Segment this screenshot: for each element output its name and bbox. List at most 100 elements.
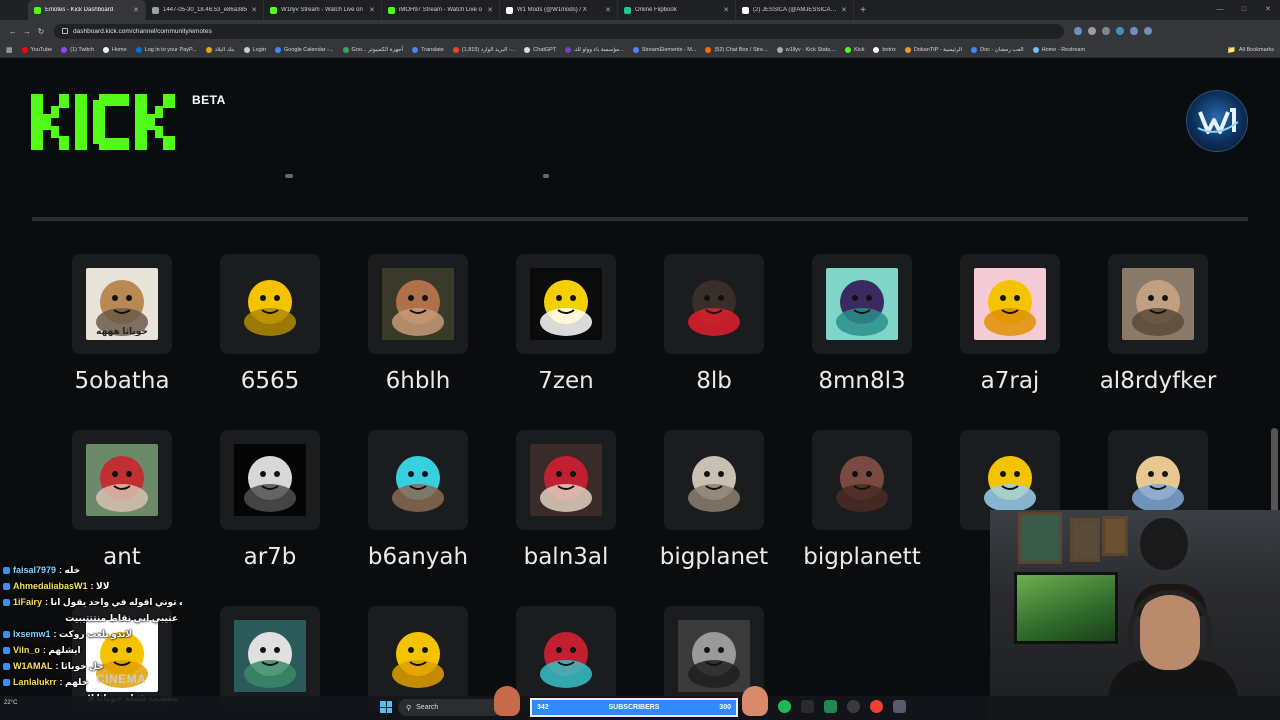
- tab-close-icon[interactable]: ✕: [841, 6, 847, 14]
- browser-tab[interactable]: W1llyv Stream - Watch Live on ✕: [264, 0, 382, 20]
- bookmark-item[interactable]: botrix: [873, 46, 896, 53]
- emote-item[interactable]: [516, 606, 616, 706]
- emote-item[interactable]: ant: [72, 430, 172, 570]
- bookmark-item[interactable]: Login: [243, 46, 266, 53]
- emote-item[interactable]: 8lb: [664, 254, 764, 394]
- emote-card[interactable]: [516, 430, 616, 530]
- emote-card[interactable]: [812, 254, 912, 354]
- spotify-icon[interactable]: [778, 700, 791, 713]
- apps-grid-icon[interactable]: ▦: [6, 46, 13, 54]
- emote-item[interactable]: bigplanett: [803, 430, 921, 570]
- url-input[interactable]: dashboard.kick.com/channel/community/emo…: [54, 23, 1064, 39]
- bookmark-item[interactable]: Goo... أجهزة الكمبيوتر: [342, 46, 403, 53]
- tab-close-icon[interactable]: ✕: [251, 6, 257, 14]
- browser-tab[interactable]: Online Flipbook ✕: [618, 0, 736, 20]
- bookmark-item[interactable]: (52) Chat Box / Stre...: [705, 46, 768, 53]
- browser-tab[interactable]: iMOH97 Stream - Watch Live o ✕: [382, 0, 500, 20]
- tab-close-icon[interactable]: ✕: [487, 6, 493, 14]
- emote-card[interactable]: [368, 606, 468, 706]
- extension-icon[interactable]: [1102, 27, 1110, 35]
- emote-card[interactable]: [516, 606, 616, 706]
- emote-card[interactable]: [220, 254, 320, 354]
- browser-tab[interactable]: Emotes - Kick Dashboard ✕: [28, 0, 146, 20]
- browser-tab[interactable]: 1447-05-30_18.46.53_e86a385 ✕: [146, 0, 264, 20]
- tab-close-icon[interactable]: ✕: [133, 6, 139, 14]
- bookmark-item[interactable]: Log in to your PayP...: [135, 46, 197, 53]
- tab-close-icon[interactable]: ✕: [723, 6, 729, 14]
- emote-item[interactable]: b6anyah: [368, 430, 468, 570]
- maximize-icon[interactable]: □: [1232, 0, 1256, 20]
- emote-card[interactable]: خوباثا هههه: [72, 254, 172, 354]
- emote-card[interactable]: [812, 430, 912, 530]
- bookmark-item[interactable]: (1,815) البريد الوارد -...: [452, 46, 515, 53]
- app-icon[interactable]: [893, 700, 906, 713]
- bookmark-item[interactable]: YouTube: [21, 46, 52, 53]
- emote-item[interactable]: a7raj: [960, 254, 1060, 394]
- emote-item[interactable]: [368, 606, 468, 706]
- emote-item[interactable]: 8mn8l3: [812, 254, 912, 394]
- emote-item[interactable]: 7zen: [516, 254, 616, 394]
- obs-icon[interactable]: [847, 700, 860, 713]
- browser-tab[interactable]: W1 Mods (@W1mods) / X ✕: [500, 0, 618, 20]
- bookmark-item[interactable]: w1llyv - Kick Stats,...: [776, 46, 836, 53]
- forward-icon[interactable]: →: [20, 27, 34, 36]
- tab-close-icon[interactable]: ✕: [369, 6, 375, 14]
- browser-tab[interactable]: (2) JESSICA (@AMJESSICA1_) / ✕: [736, 0, 854, 20]
- emote-item[interactable]: 6565: [220, 254, 320, 394]
- tab-close-icon[interactable]: ✕: [605, 6, 611, 14]
- bookmark-item[interactable]: DokanTIP - الرئيسية: [904, 46, 962, 53]
- all-bookmarks-link[interactable]: 📁 All Bookmarks: [1227, 46, 1274, 54]
- bookmark-item[interactable]: StreamElements - M...: [632, 46, 696, 53]
- extension-icon[interactable]: [1116, 27, 1124, 35]
- bookmark-item[interactable]: بنك البلاد: [205, 46, 235, 53]
- emote-card[interactable]: [368, 430, 468, 530]
- back-icon[interactable]: ←: [6, 27, 20, 36]
- emote-card[interactable]: [220, 430, 320, 530]
- bookmark-item[interactable]: Translate: [412, 46, 444, 53]
- minimize-icon[interactable]: —: [1208, 0, 1232, 20]
- windows-start-icon[interactable]: [380, 701, 392, 713]
- emote-card[interactable]: [664, 430, 764, 530]
- close-window-icon[interactable]: ✕: [1256, 0, 1280, 20]
- chrome-icon[interactable]: [870, 700, 883, 713]
- bookmark-label: Translate: [421, 46, 444, 53]
- user-avatar[interactable]: [1186, 90, 1248, 152]
- emote-card[interactable]: [516, 254, 616, 354]
- emote-item[interactable]: خوباثا هههه 5obatha: [72, 254, 172, 394]
- kick-logo[interactable]: [31, 94, 191, 150]
- emote-card[interactable]: [368, 254, 468, 354]
- emote-card[interactable]: [960, 254, 1060, 354]
- emote-item[interactable]: 6hblh: [368, 254, 468, 394]
- site-info-icon[interactable]: [62, 28, 68, 34]
- taskbar-search[interactable]: ⚲ Search: [398, 699, 502, 716]
- emote-image: [1122, 268, 1194, 340]
- extension-icon[interactable]: [1130, 27, 1138, 35]
- emote-item[interactable]: al8rdyfker: [1100, 254, 1216, 394]
- emote-item[interactable]: ar7b: [220, 430, 320, 570]
- bookmark-item[interactable]: Kick: [845, 46, 864, 53]
- emote-item[interactable]: bigplanet: [660, 430, 768, 570]
- bookmark-item[interactable]: Google Calendar -...: [274, 46, 334, 53]
- excel-icon[interactable]: [824, 700, 837, 713]
- extension-icon[interactable]: [1074, 27, 1082, 35]
- bookmark-label: Home - Restream: [1041, 46, 1086, 53]
- weather-widget[interactable]: 22°C: [4, 700, 17, 706]
- emote-card[interactable]: [220, 606, 320, 706]
- emote-item[interactable]: [220, 606, 320, 706]
- bookmark-item[interactable]: Home - Restream: [1032, 46, 1086, 53]
- extension-icon[interactable]: [1088, 27, 1096, 35]
- bookmark-item[interactable]: (1) Twitch: [61, 46, 94, 53]
- emote-item[interactable]: baln3al: [516, 430, 616, 570]
- profile-icon[interactable]: [1144, 27, 1152, 35]
- bookmark-item[interactable]: Doc - العب رمضان: [971, 46, 1024, 53]
- emote-card[interactable]: [664, 254, 764, 354]
- new-tab-button[interactable]: +: [854, 0, 872, 20]
- emote-card[interactable]: [72, 430, 172, 530]
- bookmark-item[interactable]: مؤسسة باء وواو للتـ...: [565, 46, 624, 53]
- app-icon[interactable]: [801, 700, 814, 713]
- bookmark-item[interactable]: ChatGPT: [524, 46, 556, 53]
- bookmark-item[interactable]: Home: [103, 46, 127, 53]
- emote-image: [530, 620, 602, 692]
- reload-icon[interactable]: ↻: [34, 27, 48, 36]
- emote-card[interactable]: [1108, 254, 1208, 354]
